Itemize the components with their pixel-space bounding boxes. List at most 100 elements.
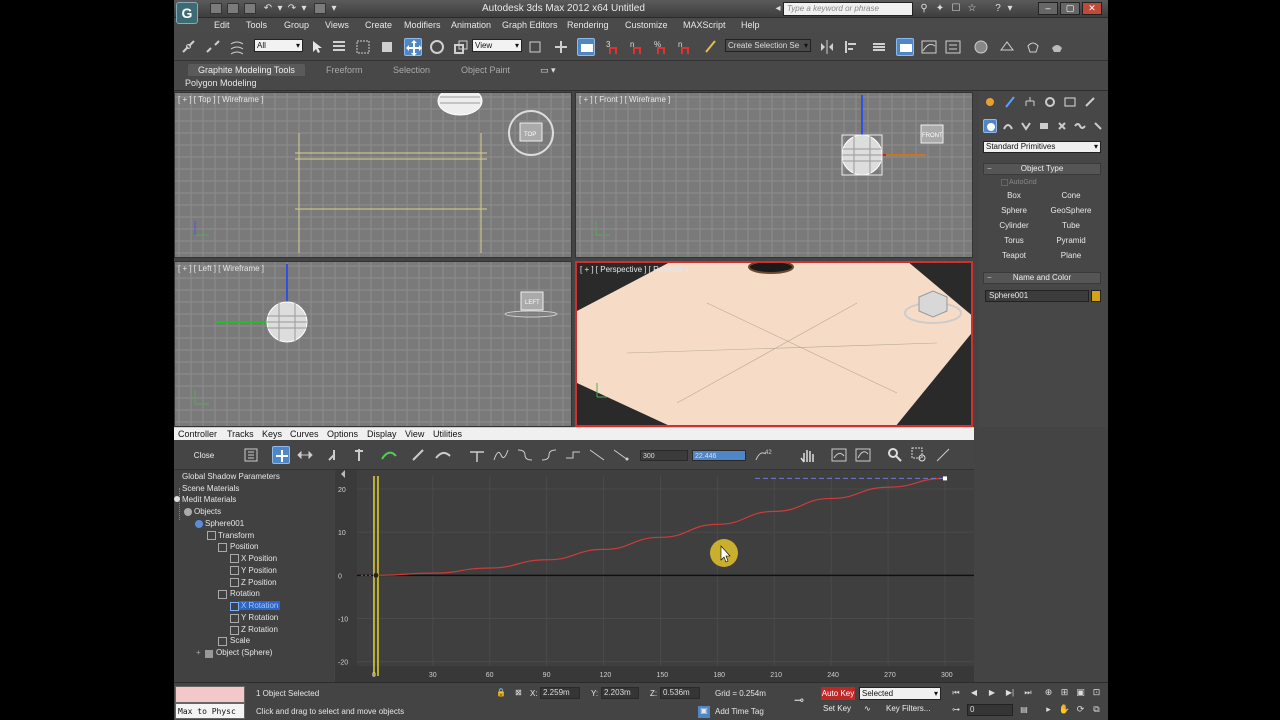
maxscript-listener-output[interactable] xyxy=(175,686,245,703)
transform-expand-icon[interactable] xyxy=(207,531,216,540)
object-type-rollout[interactable]: Object Type xyxy=(983,163,1101,175)
curve-editor-close-button[interactable]: Close xyxy=(182,449,226,463)
zoom-viewport-icon[interactable]: ⊕ xyxy=(1042,686,1055,699)
application-menu-logo[interactable]: G xyxy=(176,2,198,24)
hierarchy-tab-icon[interactable] xyxy=(1023,95,1037,109)
tree-item-sphere001[interactable]: Sphere001 xyxy=(205,519,244,528)
geometry-category-icon[interactable] xyxy=(983,119,997,133)
undo-dropdown-icon[interactable]: ▾ xyxy=(274,3,286,15)
next-frame-icon[interactable]: ▶| xyxy=(1004,687,1016,699)
render-production-icon[interactable] xyxy=(1048,38,1066,56)
tree-item-scene-materials[interactable]: Scene Materials xyxy=(182,484,239,493)
lock-selection-icon[interactable]: 🔒 xyxy=(496,688,506,697)
tree-item-object-sphere[interactable]: Object (Sphere) xyxy=(216,648,272,657)
new-file-icon[interactable] xyxy=(210,3,222,14)
key-stats-icon[interactable]: 42 xyxy=(754,446,772,464)
ribbon-tab-freeform[interactable]: Freeform xyxy=(326,65,363,75)
subscription-center-icon[interactable]: ✦ xyxy=(934,3,946,15)
menu-animation[interactable]: Animation xyxy=(451,20,491,30)
ribbon-tab-graphite[interactable]: Graphite Modeling Tools xyxy=(188,64,305,76)
window-crossing-icon[interactable] xyxy=(378,38,396,56)
keyboard-shortcut-override-icon[interactable] xyxy=(577,38,595,56)
tree-item-x-rotation[interactable]: X Rotation xyxy=(239,601,281,610)
manage-layers-icon[interactable] xyxy=(870,38,888,56)
select-by-name-icon[interactable] xyxy=(330,38,348,56)
zoom-all-icon[interactable]: ⊞ xyxy=(1058,686,1071,699)
time-tag-icon[interactable]: ▣ xyxy=(698,706,710,718)
minimize-button[interactable]: – xyxy=(1038,2,1058,15)
shapes-category-icon[interactable] xyxy=(1001,119,1015,133)
unlink-selection-icon[interactable] xyxy=(204,38,222,56)
tree-item-position[interactable]: Position xyxy=(230,542,258,551)
ce-menu-display[interactable]: Display xyxy=(367,429,397,439)
align-icon[interactable] xyxy=(842,38,860,56)
tangent-step-icon[interactable] xyxy=(564,446,582,464)
redo-dropdown-icon[interactable]: ▾ xyxy=(298,3,310,15)
helpers-category-icon[interactable] xyxy=(1055,119,1069,133)
undo-icon[interactable]: ↶ xyxy=(262,3,274,15)
tree-item-global-shadow[interactable]: Global Shadow Parameters xyxy=(182,472,280,481)
current-frame-field[interactable]: 0 xyxy=(967,704,1013,716)
reference-coordinate-dropdown[interactable]: View xyxy=(472,39,522,52)
maximize-button[interactable]: ▢ xyxy=(1060,2,1080,15)
key-mode-toggle-icon[interactable]: ⊶ xyxy=(950,704,962,716)
key-selection-dropdown[interactable]: Selected xyxy=(859,687,941,700)
zoom-extents-all-icon[interactable]: ⊡ xyxy=(1090,686,1103,699)
viewport-perspective[interactable]: [ + ] [ Perspective ] [ Realistic ] xyxy=(575,261,973,427)
time-configuration-icon[interactable]: ▤ xyxy=(1018,704,1030,716)
geosphere-button[interactable]: GeoSphere xyxy=(1044,204,1098,217)
filters-icon[interactable] xyxy=(242,446,260,464)
ribbon-options-icon[interactable]: ▭ ▾ xyxy=(540,65,556,76)
add-keys-icon[interactable] xyxy=(380,446,398,464)
graphite-ribbon-toggle-icon[interactable] xyxy=(896,38,914,56)
tangent-auto-icon[interactable] xyxy=(468,446,486,464)
maximize-viewport-icon[interactable]: ⧉ xyxy=(1090,703,1103,716)
primitives-category-dropdown[interactable]: Standard Primitives xyxy=(983,141,1101,153)
spinner-snap-toggle-icon[interactable]: n xyxy=(676,38,694,56)
cone-button[interactable]: Cone xyxy=(1044,189,1098,202)
tree-item-rotation[interactable]: Rotation xyxy=(230,589,260,598)
autogrid-checkbox[interactable] xyxy=(1001,179,1008,186)
communication-center-icon[interactable]: ☐ xyxy=(950,3,962,15)
maxscript-listener-input[interactable]: Max to Physc xyxy=(175,703,245,719)
ribbon-tab-selection[interactable]: Selection xyxy=(393,65,430,75)
edit-named-selection-icon[interactable] xyxy=(702,38,720,56)
set-key-icon[interactable]: ⊸ xyxy=(794,693,804,707)
pan-view-icon[interactable]: ✋ xyxy=(1058,703,1071,716)
snaps-toggle-icon[interactable]: 3 xyxy=(604,38,622,56)
tangent-smooth-icon[interactable] xyxy=(612,446,630,464)
ce-menu-options[interactable]: Options xyxy=(327,429,358,439)
search-input[interactable]: Type a keyword or phrase xyxy=(783,2,913,16)
add-time-tag-button[interactable]: Add Time Tag xyxy=(715,707,764,716)
render-setup-icon[interactable] xyxy=(998,38,1016,56)
go-to-start-icon[interactable]: ⏮ xyxy=(950,687,962,699)
viewport-left-label[interactable]: [ + ] [ Left ] [ Wireframe ] xyxy=(178,264,264,273)
bind-to-space-warp-icon[interactable] xyxy=(228,38,246,56)
pan-icon[interactable] xyxy=(798,446,816,464)
ribbon-panel-polygon-modeling[interactable]: Polygon Modeling xyxy=(185,78,257,88)
menu-customize[interactable]: Customize xyxy=(625,20,668,30)
curve-graph-area[interactable]: 030609012015018021024027030020100-10-20 xyxy=(335,470,974,682)
reduce-keys-icon[interactable] xyxy=(434,446,452,464)
viewport-front-label[interactable]: [ + ] [ Front ] [ Wireframe ] xyxy=(579,95,670,104)
sphere-button[interactable]: Sphere xyxy=(987,204,1041,217)
rectangular-selection-icon[interactable] xyxy=(354,38,372,56)
zoom-extents-icon[interactable]: ▣ xyxy=(1074,686,1087,699)
draw-curves-icon[interactable] xyxy=(410,446,428,464)
tangent-custom-icon[interactable] xyxy=(492,446,510,464)
previous-frame-icon[interactable]: ◀ xyxy=(968,687,980,699)
viewport-top[interactable]: [ + ] [ Top ] [ Wireframe ] TOP xyxy=(174,92,572,258)
tree-item-objects[interactable]: Objects xyxy=(194,507,221,516)
close-window-button[interactable]: ✕ xyxy=(1082,2,1102,15)
save-file-icon[interactable] xyxy=(244,3,256,14)
z-coordinate-field[interactable]: 0.536m xyxy=(660,687,700,699)
object-expand-icon[interactable]: + xyxy=(196,648,201,657)
zoom-region-icon[interactable] xyxy=(910,446,928,464)
menu-modifiers[interactable]: Modifiers xyxy=(404,20,441,30)
tangent-fast-icon[interactable] xyxy=(516,446,534,464)
isolate-curve-icon[interactable] xyxy=(934,446,952,464)
scale-expand-icon[interactable] xyxy=(218,637,227,646)
menu-maxscript[interactable]: MAXScript xyxy=(683,20,726,30)
select-and-rotate-icon[interactable] xyxy=(428,38,446,56)
tree-item-medit-materials[interactable]: Medit Materials xyxy=(182,495,236,504)
